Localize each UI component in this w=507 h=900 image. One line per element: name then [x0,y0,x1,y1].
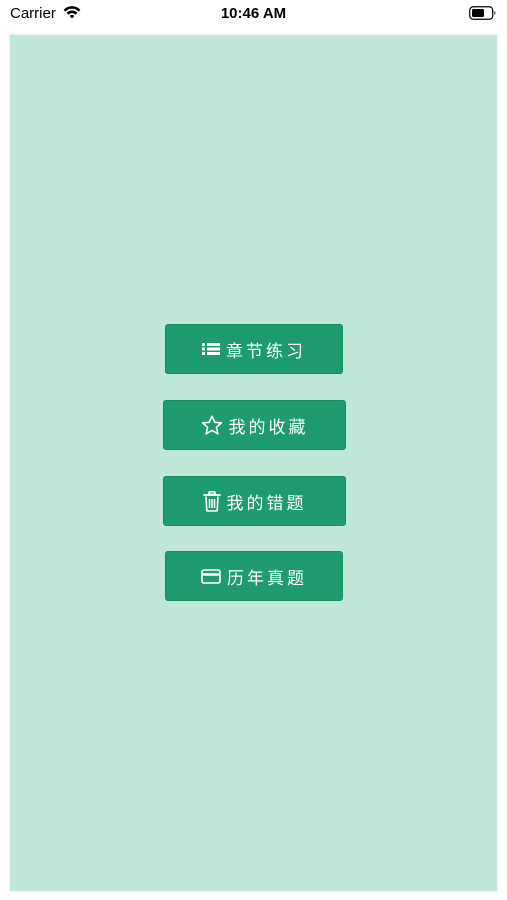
credit-card-icon [201,568,221,584]
past-exams-button[interactable]: 历年真题 [165,551,343,601]
content-panel [10,35,497,891]
battery-icon [469,6,496,20]
trash-icon [202,490,221,512]
star-icon [201,414,223,436]
chapter-practice-label: 章节练习 [226,341,306,362]
my-mistakes-button[interactable]: 我的错题 [163,476,346,526]
chapter-practice-button[interactable]: 章节练习 [165,324,343,374]
my-favorites-label: 我的收藏 [228,417,309,438]
list-icon [202,342,220,356]
clock-time: 10:46 AM [220,5,287,22]
past-exams-label: 历年真题 [227,568,307,589]
my-favorites-button[interactable]: 我的收藏 [163,400,346,450]
my-mistakes-label: 我的错题 [226,493,307,514]
status-bar: Carrier 10:46 AM [0,0,507,30]
